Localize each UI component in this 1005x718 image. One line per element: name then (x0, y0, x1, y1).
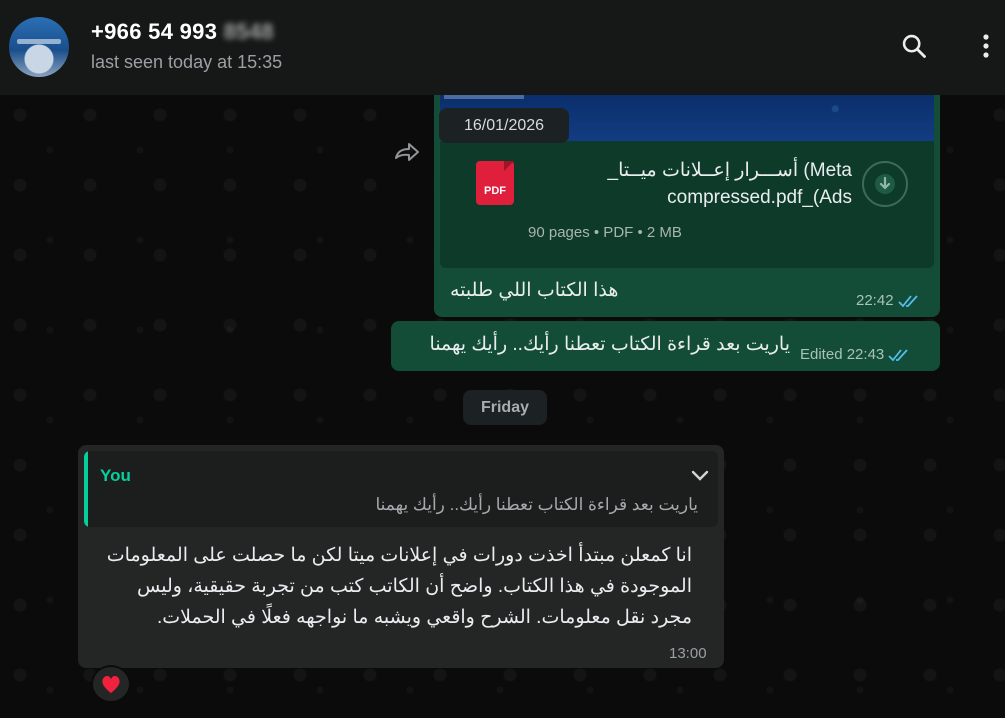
quote-accent-bar (84, 451, 88, 527)
pdf-file-icon: PDF (476, 161, 514, 205)
quote-text: ياريت بعد قراءة الكتاب تعطنا رأيك.. رأيك… (375, 495, 698, 514)
download-icon (875, 174, 895, 194)
incoming-message[interactable]: You ياريت بعد قراءة الكتاب تعطنا رأيك.. … (78, 445, 724, 668)
download-button[interactable] (862, 161, 908, 207)
date-chip: 16/01/2026 (439, 108, 569, 143)
edited-label: Edited (800, 346, 843, 363)
contact-name[interactable]: +966 54 993 8548 (91, 19, 274, 45)
document-caption: هذا الكتاب اللي طلبته (450, 280, 619, 301)
last-seen-status: last seen today at 15:35 (91, 52, 283, 72)
forward-icon[interactable] (393, 140, 421, 164)
day-separator: Friday (463, 390, 547, 425)
quote-author: You (100, 466, 131, 485)
message-meta: Edited 22:43 (800, 346, 910, 363)
heart-reaction-icon[interactable] (91, 665, 131, 703)
message-time: 13:00 (669, 645, 707, 662)
quoted-reply[interactable]: You ياريت بعد قراءة الكتاب تعطنا رأيك.. … (84, 451, 718, 527)
read-ticks-icon (888, 349, 909, 362)
message-text: انا كمعلن مبتدأ اخذت دورات في إعلانات مي… (106, 545, 692, 628)
document-meta: 90 pages • PDF • 2 MB (528, 224, 682, 241)
document-title: _أســـرار إعــلانات ميــتا (Meta compres… (540, 157, 852, 211)
chevron-down-icon[interactable] (688, 463, 712, 487)
message-time: 22:42 (856, 292, 920, 309)
chat-header[interactable]: +966 54 993 8548 last seen today at 15:3… (0, 0, 1005, 95)
contact-number: +966 54 993 (91, 19, 218, 44)
message-text: ياريت بعد قراءة الكتاب تعطنا رأيك.. رأيك… (429, 334, 790, 355)
search-icon[interactable] (898, 30, 930, 62)
contact-avatar[interactable] (9, 17, 69, 77)
message-time: 22:43 (846, 346, 885, 363)
read-ticks-icon (898, 295, 918, 308)
more-vertical-icon[interactable] (970, 30, 1002, 62)
contact-number-hidden: 8548 (223, 19, 274, 44)
document-title-line1: _أســـرار إعــلانات ميــتا (Meta (607, 160, 852, 181)
outgoing-message[interactable]: ياريت بعد قراءة الكتاب تعطنا رأيك.. رأيك… (391, 321, 940, 371)
document-title-line2: compressed.pdf_(Ads (667, 187, 852, 208)
document-card[interactable]: PDF _أســـرار إعــلانات ميــتا (Meta com… (440, 141, 934, 268)
